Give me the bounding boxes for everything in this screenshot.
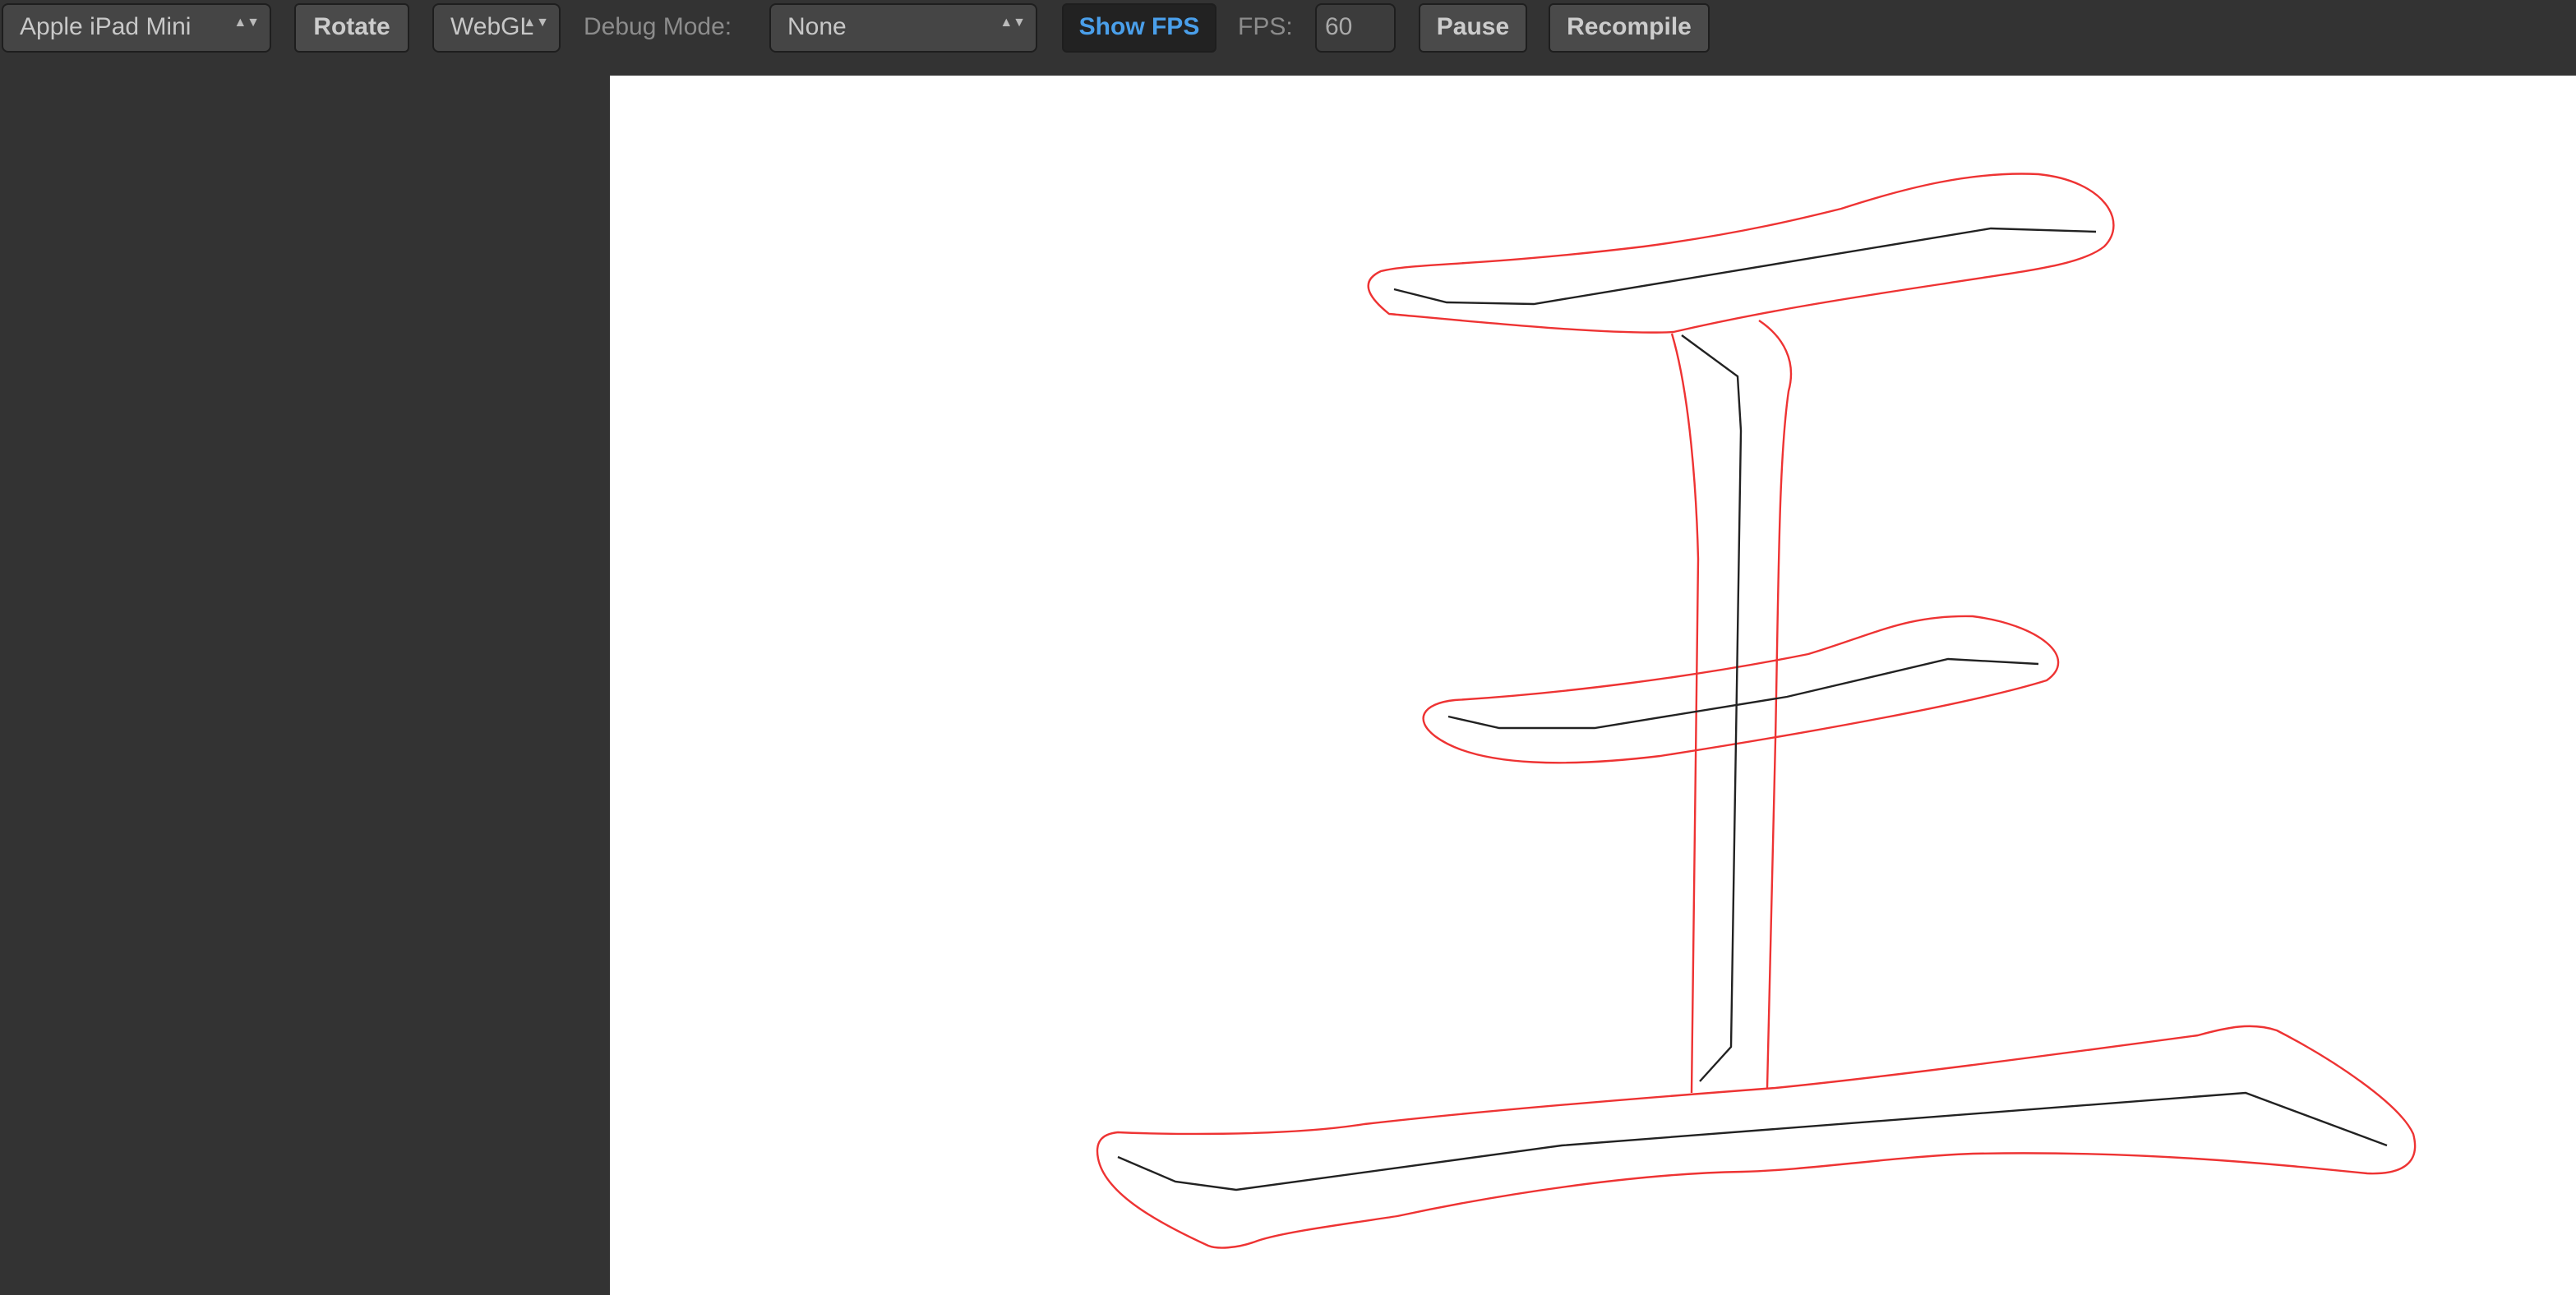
- bottom-stroke-centerline: [1117, 1091, 2388, 1191]
- app: Apple iPad Mini ▲▼ Rotate WebGL ▲▼ Debug M…: [0, 0, 2576, 1295]
- vertical-stroke-outline-right: [1758, 320, 1793, 1089]
- character-strokes: [1096, 173, 2417, 1249]
- top-stroke-centerline: [1393, 227, 2097, 306]
- middle-stroke-outline: [1422, 615, 2060, 764]
- top-stroke-outline: [1367, 173, 2115, 334]
- bottom-stroke-outline: [1096, 1025, 2417, 1249]
